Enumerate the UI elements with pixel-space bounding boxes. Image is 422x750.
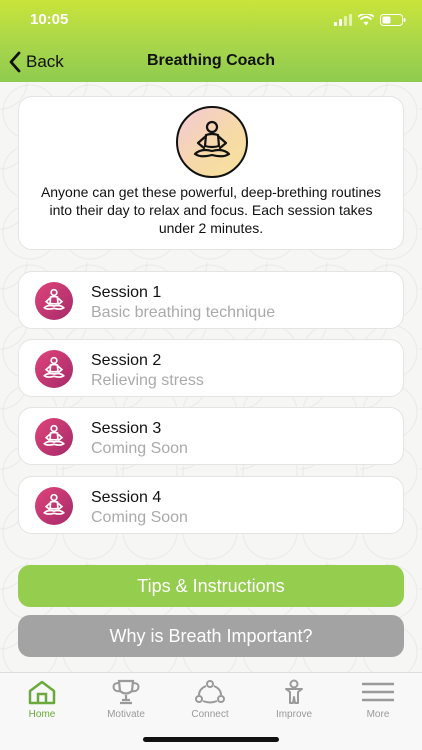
page-title: Breathing Coach bbox=[146, 52, 275, 69]
status-bar: 10:05 bbox=[0, 0, 422, 42]
meditation-icon bbox=[43, 356, 65, 378]
session-title: Session 2 bbox=[91, 352, 162, 369]
intro-card: Anyone can get these powerful, deep-bret… bbox=[18, 96, 404, 250]
navigation-bar: Back Breathing Coach bbox=[0, 42, 422, 82]
status-time: 10:05 bbox=[30, 11, 69, 28]
meditation-icon bbox=[43, 493, 65, 515]
meditation-circle bbox=[176, 106, 248, 178]
signal-icon bbox=[334, 14, 352, 26]
tips-instructions-button[interactable]: Tips & Instructions bbox=[18, 565, 404, 607]
meditation-avatar bbox=[167, 105, 257, 179]
session-item-2[interactable]: Session 2 Relieving stress bbox=[18, 339, 404, 397]
intro-description: Anyone can get these powerful, deep-bret… bbox=[40, 184, 382, 236]
connect-icon bbox=[195, 680, 225, 704]
session-meditation-icon bbox=[35, 350, 73, 388]
session-item-3[interactable]: Session 3 Coming Soon bbox=[18, 407, 404, 465]
session-meditation-icon bbox=[35, 282, 73, 320]
session-meditation-icon bbox=[35, 418, 73, 456]
home-icon bbox=[28, 680, 56, 705]
tab-connect[interactable]: Connect bbox=[170, 679, 250, 725]
tab-motivate[interactable]: Motivate bbox=[86, 679, 166, 725]
tab-label: More bbox=[366, 709, 390, 720]
session-subtitle: Coming Soon bbox=[91, 440, 188, 457]
wifi-icon bbox=[358, 14, 374, 26]
tab-more[interactable]: More bbox=[338, 679, 418, 725]
session-title: Session 1 bbox=[91, 284, 162, 301]
tab-label: Motivate bbox=[107, 709, 145, 720]
session-subtitle: Coming Soon bbox=[91, 509, 188, 526]
meditation-icon bbox=[43, 424, 65, 446]
session-subtitle: Relieving stress bbox=[91, 372, 204, 389]
tab-label: Improve bbox=[275, 709, 313, 720]
header: 10:05 Back Breathing Coach bbox=[0, 0, 422, 82]
meditation-icon bbox=[43, 288, 65, 310]
trophy-icon bbox=[112, 679, 140, 705]
session-title: Session 3 bbox=[91, 420, 162, 437]
status-icons bbox=[334, 14, 406, 26]
tab-label: Connect bbox=[191, 709, 229, 720]
tab-label: Home bbox=[28, 709, 56, 720]
battery-icon bbox=[380, 14, 406, 26]
menu-icon bbox=[362, 682, 394, 702]
session-subtitle: Basic breathing technique bbox=[91, 304, 276, 321]
session-item-1[interactable]: Session 1 Basic breathing technique bbox=[18, 271, 404, 329]
tab-improve[interactable]: Improve bbox=[254, 679, 334, 725]
session-title: Session 4 bbox=[91, 489, 162, 506]
tab-bar: Home Motivate Connect Improve More bbox=[0, 672, 422, 750]
meditation-icon bbox=[193, 120, 231, 158]
why-breath-important-button[interactable]: Why is Breath Important? bbox=[18, 615, 404, 657]
home-indicator bbox=[143, 737, 279, 742]
person-icon bbox=[285, 679, 303, 704]
session-meditation-icon bbox=[35, 487, 73, 525]
tab-home[interactable]: Home bbox=[2, 679, 82, 725]
session-item-4[interactable]: Session 4 Coming Soon bbox=[18, 476, 404, 534]
